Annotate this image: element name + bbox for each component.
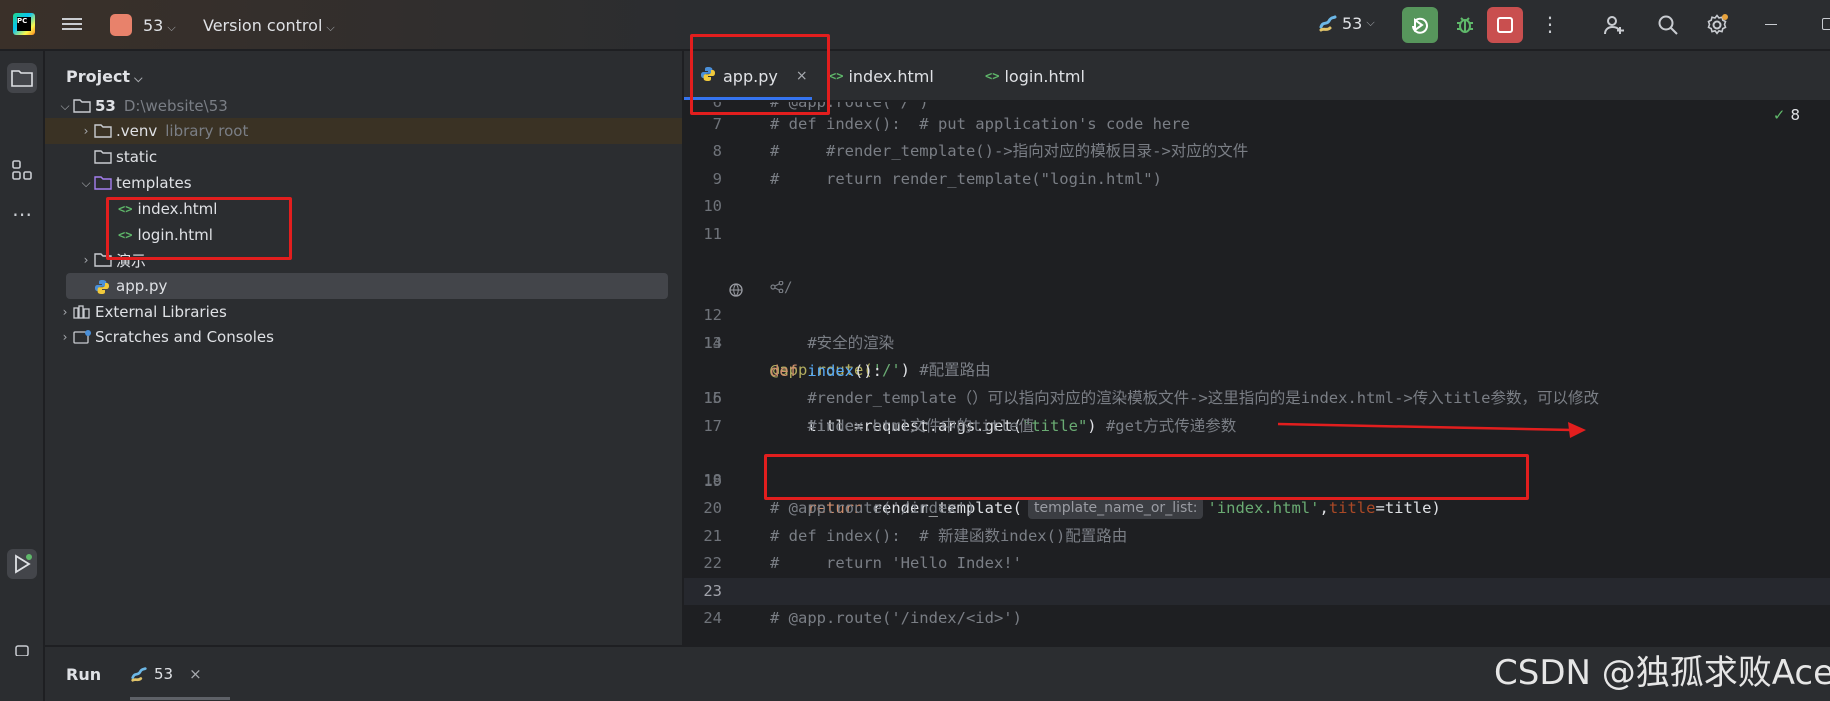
ide-window: { "titlebar": { "project_name": "53", "v… xyxy=(0,0,1830,701)
annotation-arrow xyxy=(1277,422,1586,438)
csdn-watermark: CSDN @独孤求败Ace xyxy=(1494,653,1830,693)
